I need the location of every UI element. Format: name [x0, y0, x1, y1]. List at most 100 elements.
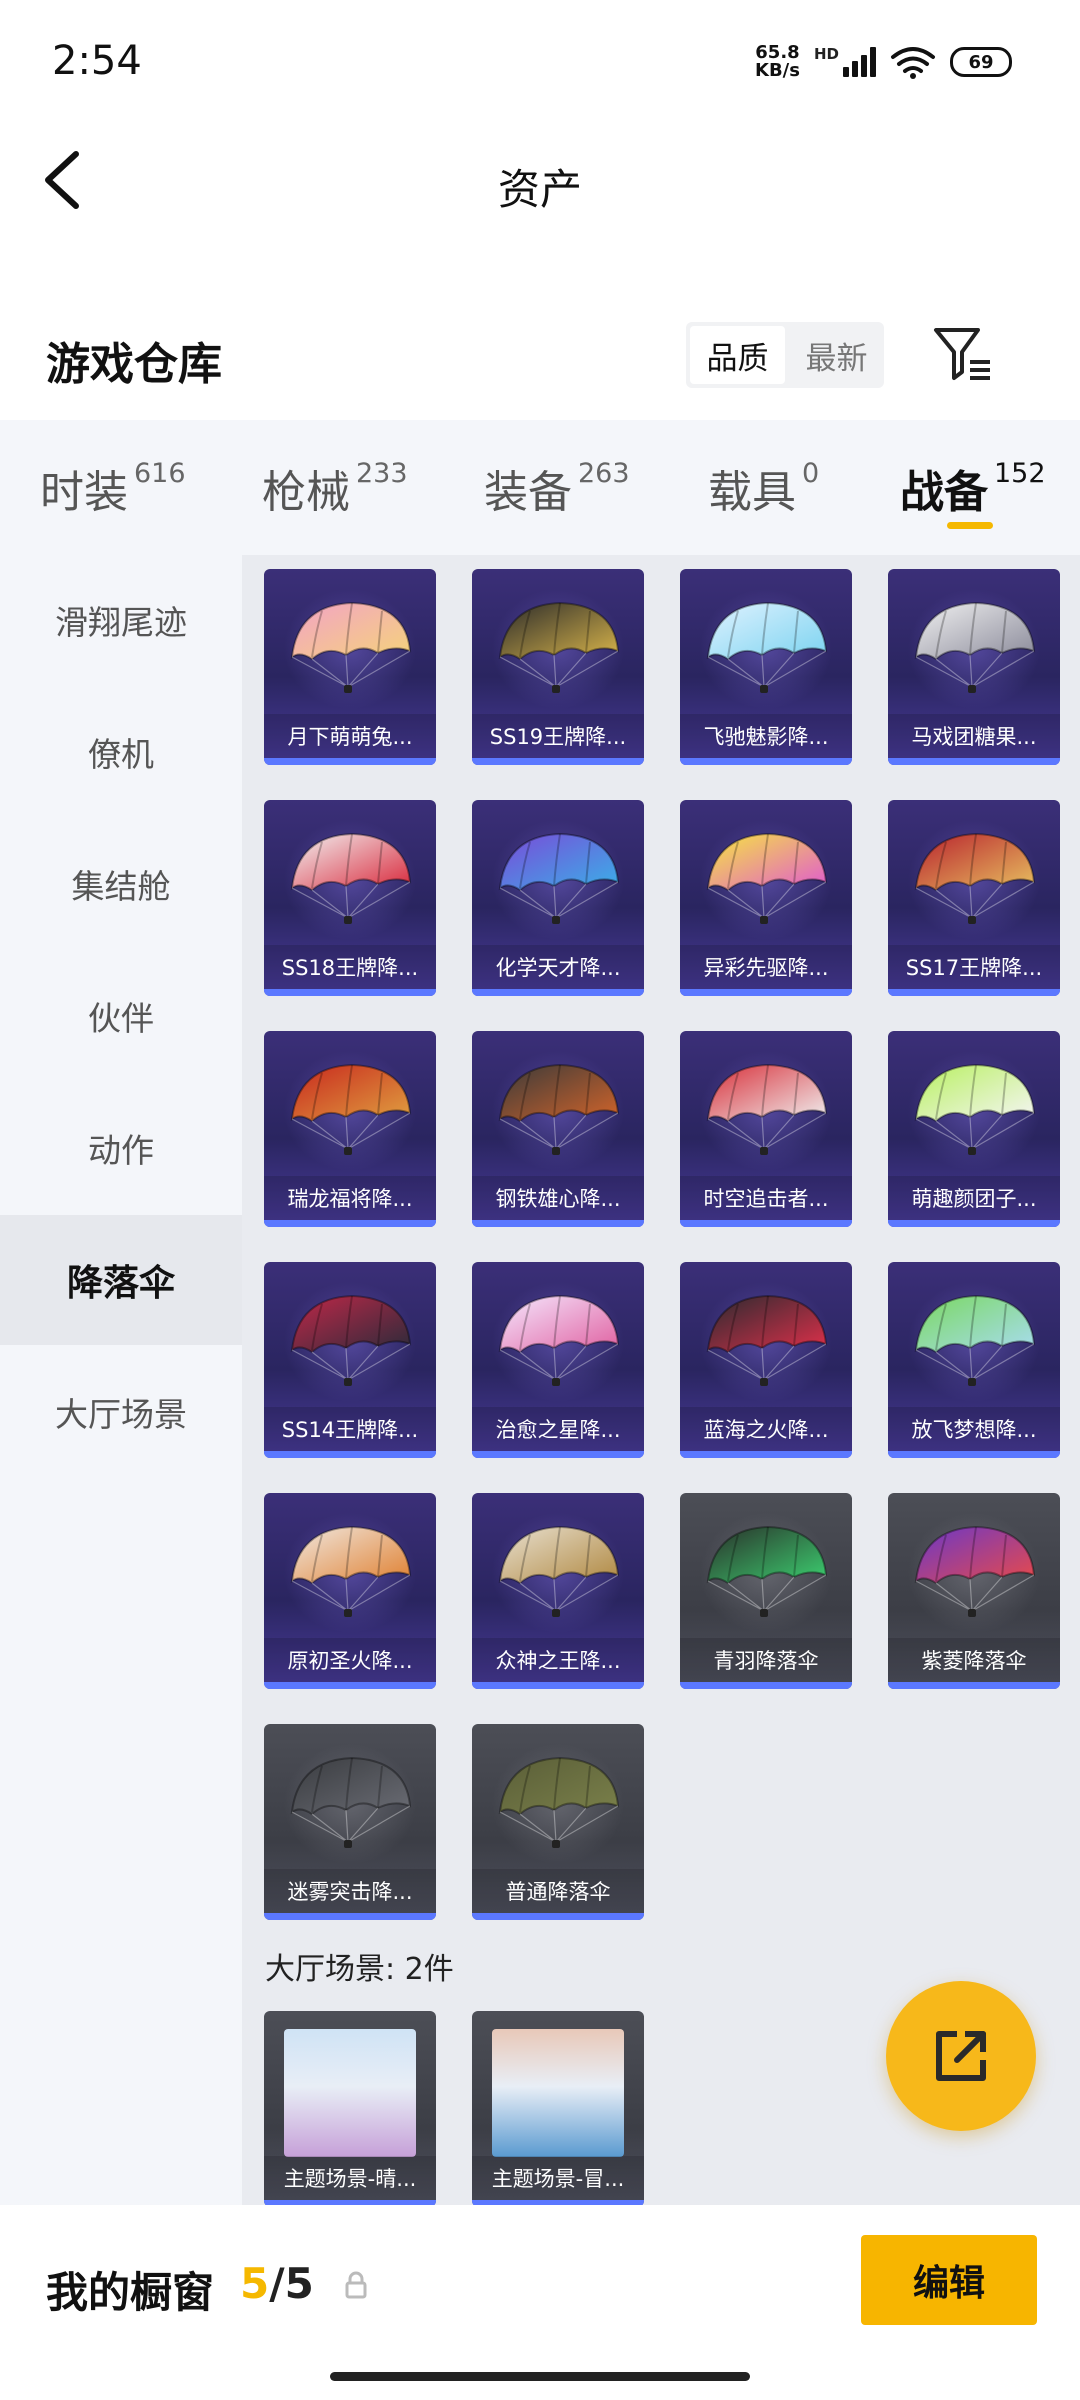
sidebar-item-lobby-scene[interactable]: 大厅场景: [0, 1347, 242, 1477]
page-title: 资产: [497, 165, 582, 214]
tab-vehicles[interactable]: 载具 0: [708, 456, 819, 520]
sidebar-item-parachute[interactable]: 降落伞: [0, 1215, 242, 1345]
card-rarity-bar: [472, 1220, 644, 1227]
parachute-card[interactable]: 钢铁雄心降...: [472, 1031, 644, 1227]
parachute-card[interactable]: 紫菱降落伞: [888, 1493, 1060, 1689]
parachute-card[interactable]: SS17王牌降...: [888, 800, 1060, 996]
parachute-card[interactable]: SS14王牌降...: [264, 1262, 436, 1458]
sidebar-item-partner[interactable]: 伙伴: [0, 951, 242, 1081]
sidebar-item-wingman[interactable]: 僚机: [0, 687, 242, 817]
tab-war-gear[interactable]: 战备 152: [900, 456, 1046, 520]
parachute-name: 萌趣颜团子...: [888, 1176, 1060, 1220]
parachute-name: 迷雾突击降...: [264, 1869, 436, 1913]
edit-button[interactable]: 编辑: [861, 2235, 1037, 2325]
lobby-scene-name: 主题场景-冒...: [472, 2156, 644, 2200]
sort-newest-option[interactable]: 最新: [789, 322, 884, 388]
parachute-icon: [914, 601, 1036, 693]
parachute-name: 治愈之星降...: [472, 1407, 644, 1451]
parachute-icon: [706, 1294, 828, 1386]
share-button[interactable]: [886, 1981, 1036, 2131]
card-rarity-bar: [680, 989, 852, 996]
card-rarity-bar: [888, 1451, 1060, 1458]
lobby-scene-card[interactable]: 主题场景-冒...: [472, 2011, 644, 2205]
battery-icon: 69: [950, 47, 1012, 77]
parachute-name: 马戏团糖果...: [888, 714, 1060, 758]
parachute-name: 飞驰魅影降...: [680, 714, 852, 758]
card-rarity-bar: [888, 1682, 1060, 1689]
parachute-card[interactable]: SS19王牌降...: [472, 569, 644, 765]
parachute-card[interactable]: SS18王牌降...: [264, 800, 436, 996]
card-rarity-bar: [680, 1451, 852, 1458]
sort-quality-option[interactable]: 品质: [690, 326, 785, 384]
tab-count: 233: [356, 458, 408, 489]
wifi-icon: [891, 47, 935, 79]
tab-guns[interactable]: 枪械 233: [262, 456, 408, 520]
sort-toggle: 品质 最新: [686, 322, 884, 388]
parachute-name: 化学天才降...: [472, 945, 644, 989]
parachute-icon: [498, 1756, 620, 1848]
parachute-icon: [914, 1063, 1036, 1155]
showcase-count: 5/5: [240, 2259, 314, 2308]
parachute-name: 原初圣火降...: [264, 1638, 436, 1682]
parachute-name: 紫菱降落伞: [888, 1638, 1060, 1682]
parachute-card[interactable]: 普通降落伞: [472, 1724, 644, 1920]
parachute-card[interactable]: 飞驰魅影降...: [680, 569, 852, 765]
sidebar-item-glide-trail[interactable]: 滑翔尾迹: [0, 555, 242, 685]
showcase-separator: /: [269, 2259, 285, 2308]
parachute-name: 钢铁雄心降...: [472, 1176, 644, 1220]
parachute-icon: [498, 601, 620, 693]
parachute-card[interactable]: 放飞梦想降...: [888, 1262, 1060, 1458]
status-time: 2:54: [52, 38, 142, 84]
parachute-card[interactable]: 众神之王降...: [472, 1493, 644, 1689]
parachute-name: 普通降落伞: [472, 1869, 644, 1913]
tab-count: 616: [134, 458, 186, 489]
parachute-icon: [706, 1525, 828, 1617]
parachute-icon: [914, 832, 1036, 924]
card-rarity-bar: [472, 1451, 644, 1458]
parachute-card[interactable]: 化学天才降...: [472, 800, 644, 996]
tab-equipment[interactable]: 装备 263: [484, 456, 630, 520]
parachute-card[interactable]: 萌趣颜团子...: [888, 1031, 1060, 1227]
card-rarity-bar: [264, 758, 436, 765]
parachute-card[interactable]: 月下萌萌兔...: [264, 569, 436, 765]
tab-label: 枪械: [262, 467, 350, 518]
tab-fashion[interactable]: 时装 616: [40, 456, 186, 520]
status-icons: 65.8 KB/s HD 69: [755, 44, 1012, 80]
scene-thumbnail: [492, 2029, 624, 2157]
card-rarity-bar: [264, 1451, 436, 1458]
parachute-card[interactable]: 原初圣火降...: [264, 1493, 436, 1689]
parachute-card[interactable]: 青羽降落伞: [680, 1493, 852, 1689]
parachute-card[interactable]: 瑞龙福将降...: [264, 1031, 436, 1227]
parachute-name: 月下萌萌兔...: [264, 714, 436, 758]
parachute-card[interactable]: 马戏团糖果...: [888, 569, 1060, 765]
filter-icon[interactable]: [932, 324, 994, 386]
lobby-scene-name: 主题场景-晴...: [264, 2156, 436, 2200]
parachute-icon: [290, 1063, 412, 1155]
signal-icon: [843, 47, 876, 77]
parachute-card[interactable]: 时空追击者...: [680, 1031, 852, 1227]
tab-label: 战备: [900, 467, 988, 518]
tab-label: 时装: [40, 467, 128, 518]
lobby-scene-card[interactable]: 主题场景-晴...: [264, 2011, 436, 2205]
parachute-icon: [706, 1063, 828, 1155]
parachute-icon: [914, 1294, 1036, 1386]
showcase-label: 我的橱窗: [46, 2268, 215, 2317]
parachute-name: 放飞梦想降...: [888, 1407, 1060, 1451]
card-rarity-bar: [888, 1220, 1060, 1227]
header: 资产: [0, 120, 1080, 240]
parachute-card[interactable]: 蓝海之火降...: [680, 1262, 852, 1458]
sidebar: 滑翔尾迹 僚机 集结舱 伙伴 动作 降落伞 大厅场景: [0, 555, 242, 2205]
hd-label: HD: [813, 45, 839, 63]
sidebar-item-emote[interactable]: 动作: [0, 1083, 242, 1213]
parachute-card[interactable]: 治愈之星降...: [472, 1262, 644, 1458]
showcase-current: 5: [240, 2259, 270, 2308]
parachute-card[interactable]: 异彩先驱降...: [680, 800, 852, 996]
parachute-icon: [290, 1294, 412, 1386]
sidebar-item-rally-pod[interactable]: 集结舱: [0, 819, 242, 949]
share-icon: [936, 2031, 986, 2081]
warehouse-header: 游戏仓库 品质 最新: [0, 310, 1080, 410]
active-tab-indicator: [947, 522, 993, 529]
card-rarity-bar: [680, 1682, 852, 1689]
parachute-card[interactable]: 迷雾突击降...: [264, 1724, 436, 1920]
parachute-name: 时空追击者...: [680, 1176, 852, 1220]
